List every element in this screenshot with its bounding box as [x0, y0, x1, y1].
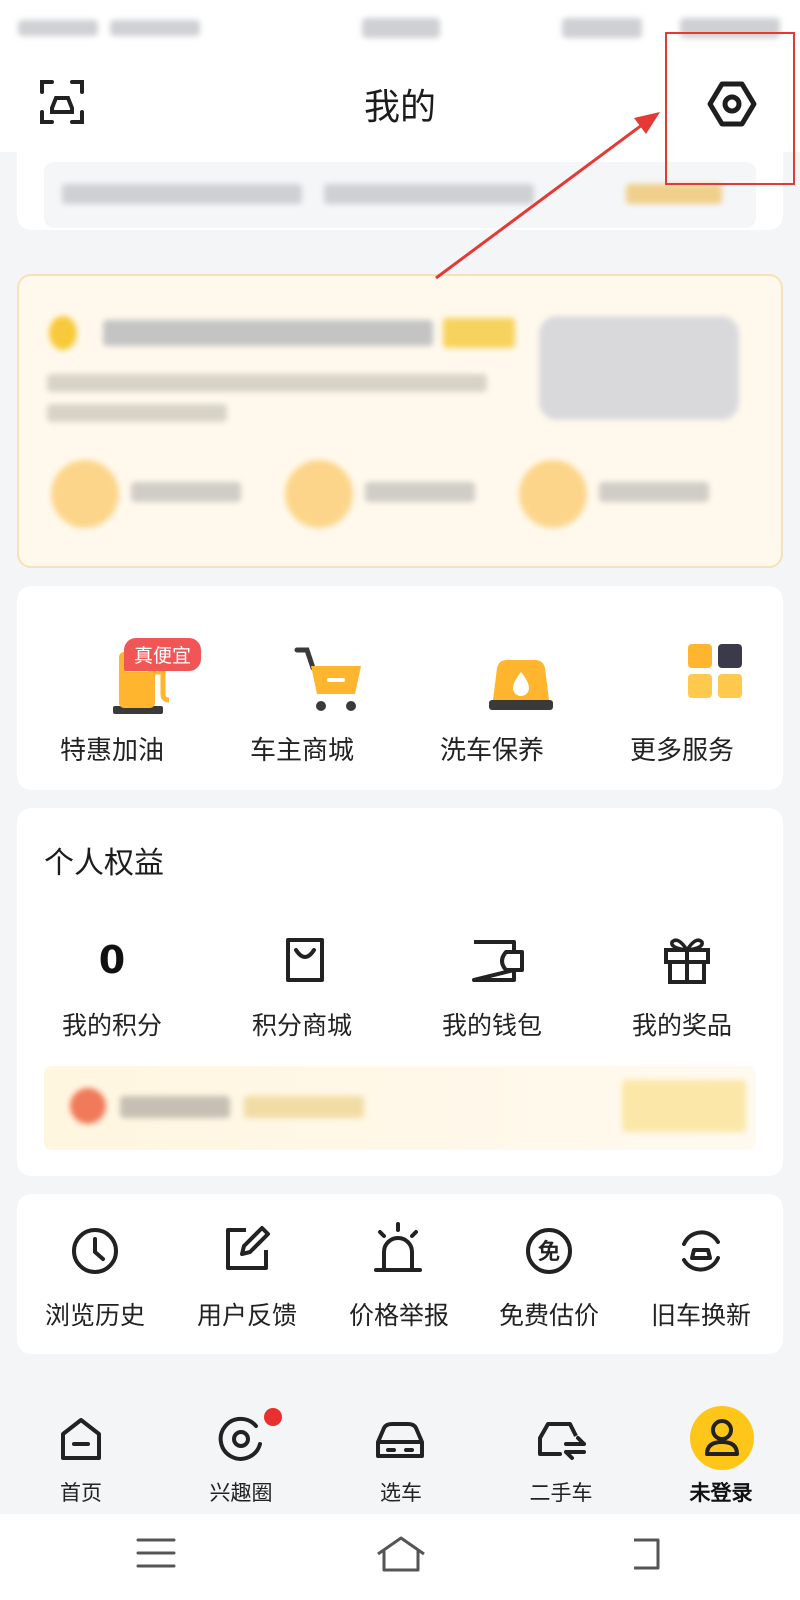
menu-icon[interactable]: [136, 1536, 176, 1570]
avatar[interactable]: [690, 1406, 754, 1470]
service-fuel-label: 特惠加油: [59, 736, 164, 766]
service-more-label: 更多服务: [629, 736, 734, 766]
shopping-bag-icon[interactable]: [282, 936, 328, 984]
promo-desc-blurred: [47, 374, 487, 392]
user-icon: [705, 1419, 739, 1456]
promo-coin-icon: [49, 316, 77, 350]
system-nav-bar: [0, 1514, 800, 1600]
interest-circle-icon[interactable]: [216, 1414, 266, 1464]
car-exchange-label[interactable]: 旧车换新: [626, 1296, 776, 1332]
car-exchange-icon[interactable]: [676, 1226, 726, 1276]
my-points-label[interactable]: 我的积分: [17, 1006, 207, 1042]
carwash-icon: [489, 660, 553, 710]
nav-select-car-label[interactable]: 选车: [326, 1477, 476, 1507]
benefits-title: 个人权益: [44, 846, 164, 881]
feedback-edit-icon[interactable]: [222, 1224, 272, 1274]
member-icon-blurred: [70, 1088, 106, 1124]
promo-title-blurred: [103, 320, 433, 346]
free-valuation-label[interactable]: 免费估价: [474, 1296, 624, 1332]
promo-tag-blurred: [443, 318, 515, 348]
promo-item-icon-1: [51, 460, 119, 528]
nav-home-label[interactable]: 首页: [6, 1477, 156, 1507]
shopping-cart-icon: [294, 647, 361, 711]
my-prizes-label[interactable]: 我的奖品: [587, 1006, 777, 1042]
car-image-blurred: [539, 316, 739, 420]
system-home-icon[interactable]: [374, 1534, 428, 1574]
svg-text:免: 免: [538, 1239, 560, 1265]
notification-dot: [264, 1408, 282, 1426]
member-text-blurred: [120, 1096, 230, 1118]
promo-banner[interactable]: [17, 274, 783, 568]
member-strip[interactable]: [44, 1066, 756, 1150]
history-label[interactable]: 浏览历史: [20, 1296, 170, 1332]
service-mall-label: 车主商城: [249, 736, 354, 766]
promo-item-label-3: [599, 482, 709, 502]
service-carwash-label: 洗车保养: [439, 736, 544, 766]
my-wallet-label[interactable]: 我的钱包: [397, 1006, 587, 1042]
gift-icon[interactable]: [662, 934, 712, 986]
promo-item-label-1: [131, 482, 241, 502]
car-select-icon[interactable]: [374, 1420, 426, 1462]
annotation-arrow: [435, 112, 660, 280]
nav-login-label[interactable]: 未登录: [646, 1477, 796, 1507]
member-button-blurred[interactable]: [622, 1080, 746, 1132]
nav-used-car-label[interactable]: 二手车: [486, 1477, 636, 1507]
wallet-icon[interactable]: [470, 938, 526, 984]
nav-interest-label[interactable]: 兴趣圈: [166, 1477, 316, 1507]
badge-cheap: 真便宜: [124, 638, 202, 671]
history-clock-icon[interactable]: [70, 1226, 120, 1276]
promo-item-icon-3: [519, 460, 587, 528]
feedback-label[interactable]: 用户反馈: [172, 1296, 322, 1332]
member-sub-blurred: [244, 1096, 364, 1118]
promo-item-icon-2: [285, 460, 353, 528]
promo-desc-blurred-2: [47, 404, 227, 422]
alarm-report-icon[interactable]: [372, 1222, 424, 1276]
grid-more-icon: [688, 644, 742, 698]
back-icon[interactable]: [626, 1536, 666, 1572]
home-icon[interactable]: [58, 1416, 104, 1462]
points-mall-label[interactable]: 积分商城: [207, 1006, 397, 1042]
points-value[interactable]: 0: [17, 938, 207, 982]
price-report-label[interactable]: 价格举报: [324, 1296, 474, 1332]
promo-item-label-2: [365, 482, 475, 502]
used-car-icon[interactable]: [536, 1418, 588, 1462]
free-valuation-icon[interactable]: 免: [524, 1226, 574, 1276]
